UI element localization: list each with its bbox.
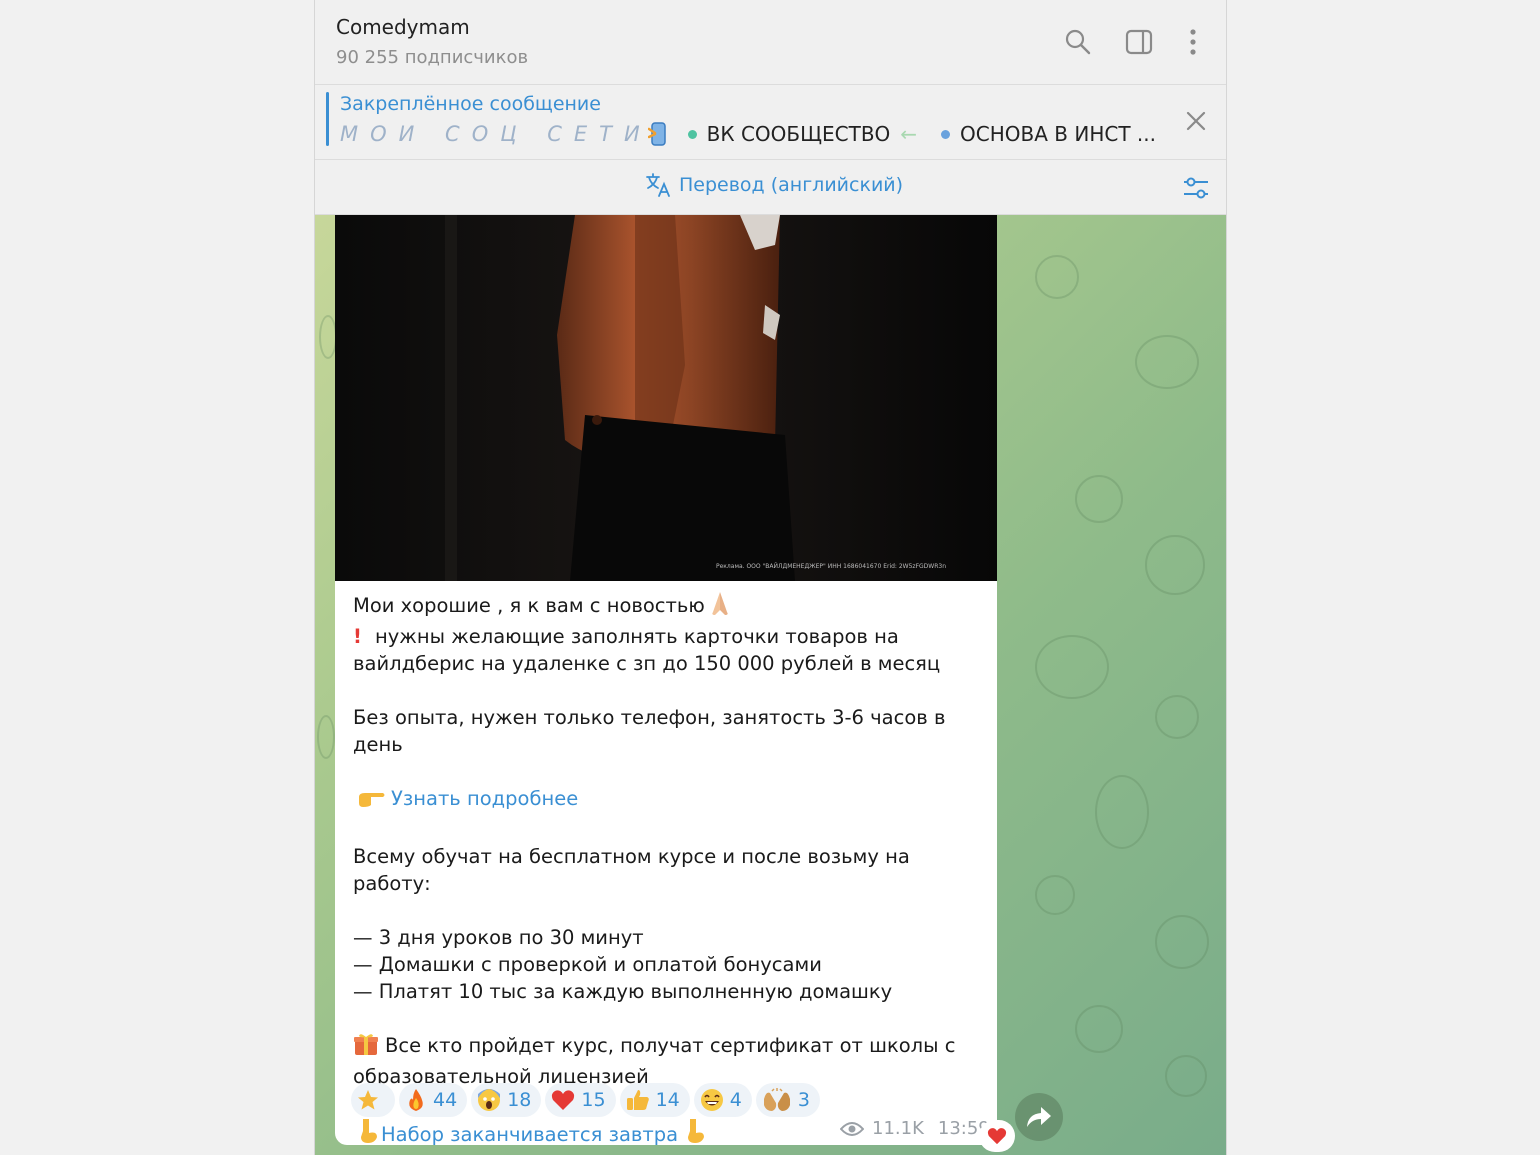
doodle-decoration <box>1145 535 1205 595</box>
doodle-decoration <box>1135 335 1199 389</box>
reaction-count: 4 <box>729 1089 742 1111</box>
doodle-decoration <box>1035 875 1075 915</box>
telegram-window: Comedymam 90 255 подписчиков Закреплённо… <box>314 0 1227 1155</box>
heart-icon <box>552 1090 575 1110</box>
reaction-star[interactable] <box>351 1083 395 1117</box>
my-reaction-badge[interactable] <box>979 1120 1015 1152</box>
reactions-bar: 44 18 15 14 4 3 <box>351 1083 824 1117</box>
blue-dot-icon <box>941 129 951 139</box>
green-dot-icon <box>687 129 697 139</box>
reaction-count: 44 <box>433 1089 458 1111</box>
translate-button[interactable]: Перевод (английский) <box>645 172 903 198</box>
doodle-decoration <box>1165 1055 1207 1097</box>
translate-label: Перевод (английский) <box>679 174 904 196</box>
post-line: вайлдберис на удаленке с зп до 150 000 р… <box>353 652 941 675</box>
doodle-decoration <box>1035 255 1079 299</box>
post-line: Мои хорошие , я к вам с новостью <box>353 594 705 617</box>
more-vertical-icon[interactable] <box>1177 26 1209 58</box>
reaction-hands[interactable]: 3 <box>755 1083 820 1117</box>
chat-header: Comedymam 90 255 подписчиков <box>315 0 1226 85</box>
heart-icon <box>987 1128 1007 1145</box>
post-meta: 11.1K 13:59 <box>840 1118 990 1139</box>
channel-title[interactable]: Comedymam <box>336 15 470 39</box>
chat-background[interactable]: Реклама. ООО "ВАЙЛДМЕНЕДЖЕР" ИНН 1686041… <box>315 215 1226 1155</box>
pinned-item-vk: ВК СООБЩЕСТВО <box>706 122 891 146</box>
channel-post[interactable]: Реклама. ООО "ВАЙЛДМЕНЕДЖЕР" ИНН 1686041… <box>335 215 997 1145</box>
eye-icon <box>840 1121 864 1137</box>
view-count: 11.1K <box>872 1118 924 1139</box>
translate-settings-icon[interactable] <box>1182 174 1210 202</box>
reaction-count: 14 <box>655 1089 680 1111</box>
reaction-heart[interactable]: 15 <box>545 1083 616 1117</box>
doodle-decoration <box>317 715 335 759</box>
post-photo[interactable]: Реклама. ООО "ВАЙЛДМЕНЕДЖЕР" ИНН 1686041… <box>335 215 997 581</box>
pointing-down-icon <box>357 1117 379 1145</box>
pinned-arrow: ← <box>900 122 918 146</box>
pinned-message-bar[interactable]: Закреплённое сообщение МОИ СОЦ СЕТИ ВК С… <box>315 85 1226 160</box>
pinned-preview: МОИ СОЦ СЕТИ ВК СООБЩЕСТВО ← ОСНОВА В ИН… <box>340 120 1156 148</box>
doodle-decoration <box>1155 695 1199 739</box>
pointing-down-icon <box>684 1117 706 1145</box>
doodle-decoration <box>1035 635 1109 699</box>
reaction-count: 15 <box>581 1089 606 1111</box>
post-line: Без опыта, нужен только телефон, занятос… <box>353 706 946 756</box>
post-bullet: — 3 дня уроков по 30 минут <box>353 926 644 949</box>
doodle-decoration <box>1075 1005 1123 1053</box>
photo-illustration <box>335 215 997 581</box>
fire-icon <box>409 1089 423 1111</box>
close-icon[interactable] <box>1184 109 1208 133</box>
gift-icon <box>353 1032 379 1063</box>
post-line: Всему обучат на бесплатном курсе и после… <box>353 845 910 895</box>
subscriber-count: 90 255 подписчиков <box>336 47 529 68</box>
post-text: Мои хорошие , я к вам с новостью ! нужны … <box>353 590 983 1145</box>
reaction-grin[interactable]: 4 <box>693 1083 752 1117</box>
post-bullet: — Домашки с проверкой и оплатой бонусами <box>353 953 822 976</box>
sidebar-toggle-icon[interactable] <box>1123 26 1155 58</box>
thumbs-up-icon <box>626 1090 649 1110</box>
ad-disclaimer: Реклама. ООО "ВАЙЛДМЕНЕДЖЕР" ИНН 1686041… <box>716 563 947 570</box>
reaction-scream[interactable]: 18 <box>471 1083 542 1117</box>
exclamation-icon: ! <box>353 625 362 648</box>
reaction-thumbs-up[interactable]: 14 <box>619 1083 690 1117</box>
doodle-decoration <box>1095 775 1149 849</box>
phone-emoji-icon <box>647 121 670 147</box>
scream-icon <box>478 1089 501 1111</box>
hands-icon <box>763 1088 790 1111</box>
details-link[interactable]: Узнать подробнее <box>391 787 578 810</box>
reaction-count: 3 <box>797 1089 810 1111</box>
share-button[interactable] <box>1015 1093 1063 1141</box>
pointing-hand-icon <box>357 787 387 816</box>
translate-icon <box>645 172 673 198</box>
praying-hands-icon <box>705 590 735 623</box>
doodle-decoration <box>1155 915 1209 969</box>
share-arrow-icon <box>1027 1107 1051 1127</box>
post-bullet: — Платят 10 тыс за каждую выполненную до… <box>353 980 893 1003</box>
pinned-item-inst: ОСНОВА В ИНСТ ... <box>960 122 1156 146</box>
search-icon[interactable] <box>1062 26 1094 58</box>
deadline-link[interactable]: Набор заканчивается завтра <box>381 1123 678 1145</box>
doodle-decoration <box>1075 475 1123 523</box>
translate-bar: Перевод (английский) <box>315 160 1226 215</box>
grin-icon <box>700 1089 723 1111</box>
pinned-indicator <box>326 92 329 146</box>
star-icon <box>358 1090 378 1110</box>
pinned-spaced-text: МОИ СОЦ СЕТИ <box>340 122 652 146</box>
reaction-count: 18 <box>507 1089 532 1111</box>
post-line: нужны желающие заполнять карточки товаро… <box>375 625 899 648</box>
pinned-title: Закреплённое сообщение <box>340 93 601 115</box>
reaction-fire[interactable]: 44 <box>399 1083 468 1117</box>
post-line: Все кто пройдет курс, получат сертификат… <box>385 1034 956 1057</box>
